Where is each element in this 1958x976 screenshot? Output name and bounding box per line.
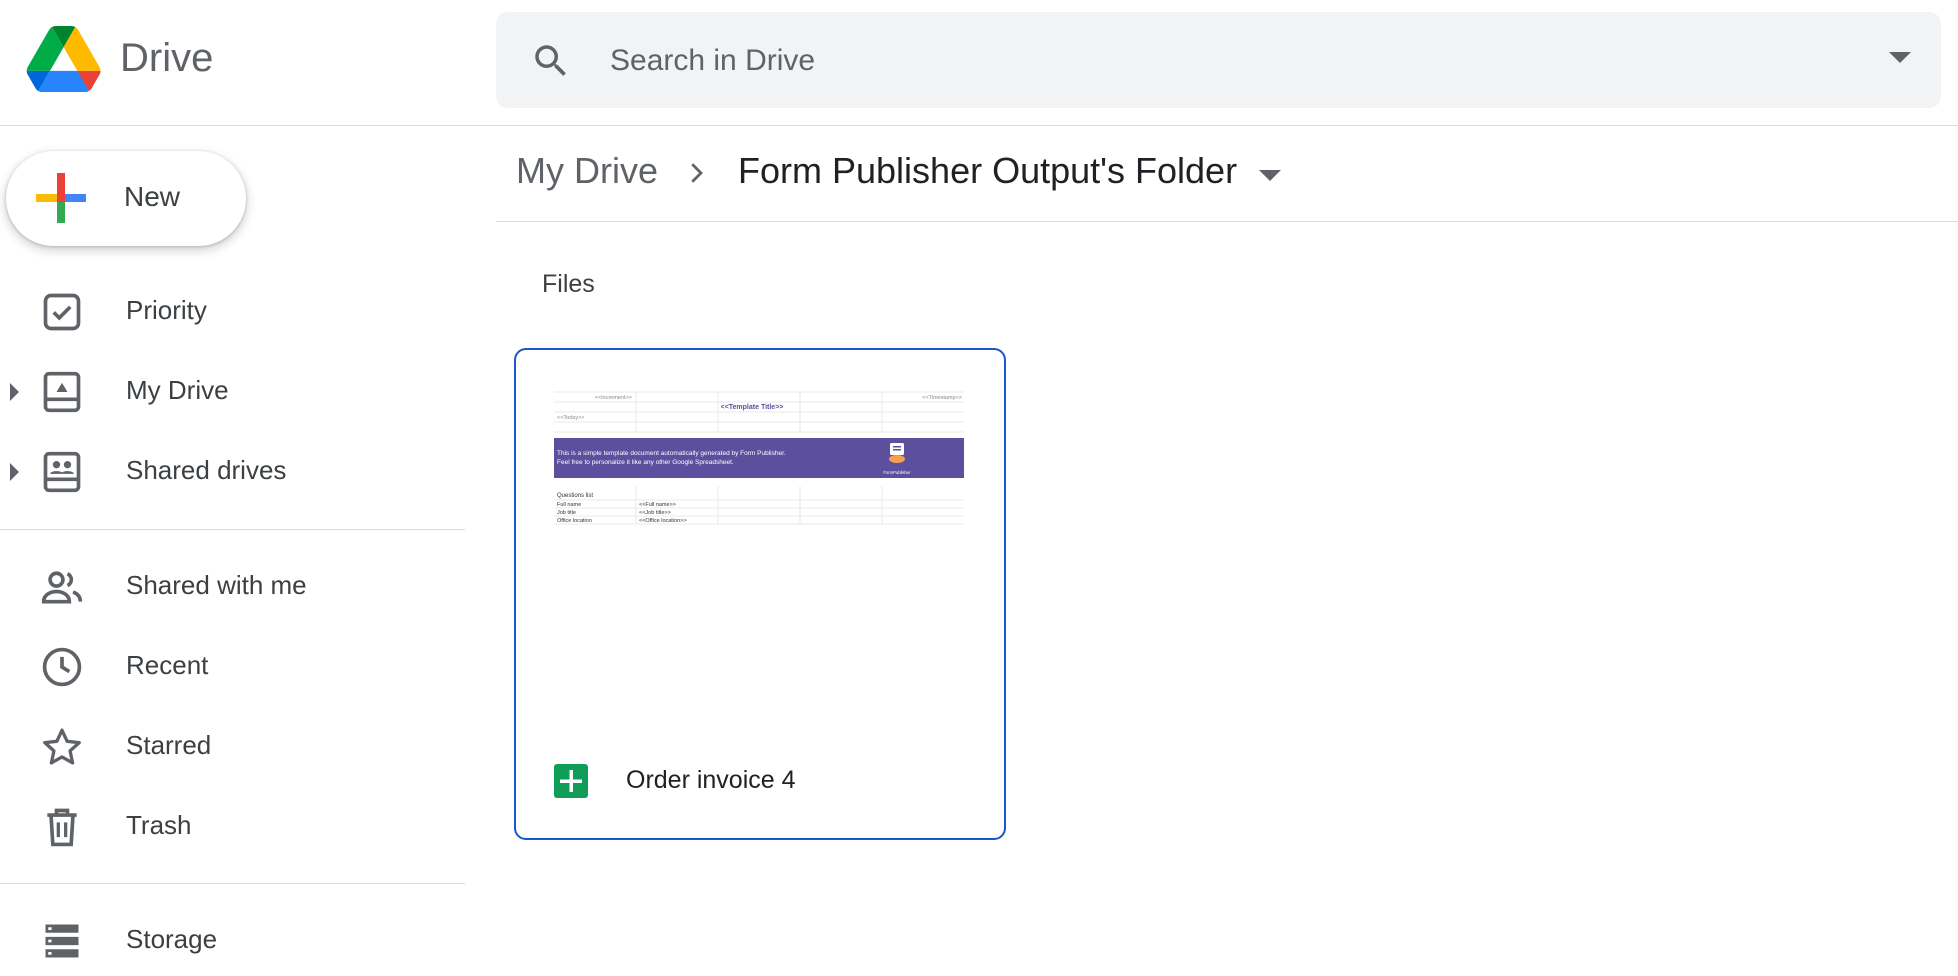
plus-icon xyxy=(36,173,86,223)
sidebar-item-priority[interactable]: Priority xyxy=(0,275,465,345)
chevron-right-icon xyxy=(691,163,703,183)
folder-options-dropdown-icon[interactable] xyxy=(1259,170,1281,181)
search-input[interactable] xyxy=(608,12,1812,110)
brand-title: Drive xyxy=(120,36,214,80)
sidebar-item-label: Recent xyxy=(126,650,209,680)
file-card-footer: Order invoice 4 xyxy=(516,738,1004,838)
sidebar-item-label: Starred xyxy=(126,730,212,760)
clock-icon xyxy=(42,647,82,687)
thumb-row-value: <<Office location>> xyxy=(639,518,687,524)
thumb-increment: <<Increment>> xyxy=(595,395,632,401)
storage-icon xyxy=(45,924,79,958)
thumb-row-value: <<Full name>> xyxy=(639,502,676,508)
sidebar: New Priority My Drive Shared drives Shar… xyxy=(0,126,465,976)
sidebar-item-label: My Drive xyxy=(126,375,229,405)
file-name: Order invoice 4 xyxy=(626,766,796,794)
thumb-row-value: <<Job title>> xyxy=(639,510,671,516)
shared-drives-icon xyxy=(43,451,81,493)
breadcrumb-my-drive[interactable]: My Drive xyxy=(516,150,658,192)
app-header: Drive xyxy=(0,0,1958,126)
expand-arrow-icon[interactable] xyxy=(10,383,19,401)
files-section-title: Files xyxy=(542,270,595,298)
sidebar-item-label: Trash xyxy=(126,810,192,840)
new-button[interactable]: New xyxy=(6,151,246,246)
sidebar-item-label: Shared with me xyxy=(126,570,307,600)
thumb-banner-logo-text: FormPublisher xyxy=(883,470,911,475)
sidebar-item-my-drive[interactable]: My Drive xyxy=(0,355,465,425)
trash-icon xyxy=(47,808,77,847)
people-icon xyxy=(41,571,83,604)
thumb-questions-list: Questions list xyxy=(557,493,593,499)
sidebar-divider xyxy=(0,883,465,884)
search-icon[interactable] xyxy=(530,40,572,82)
sidebar-item-trash[interactable]: Trash xyxy=(0,790,465,860)
file-card[interactable]: <<Increment>> <<Timestamp>> <<Template T… xyxy=(514,348,1006,840)
form-publisher-logo-icon xyxy=(889,443,905,463)
thumb-timestamp: <<Timestamp>> xyxy=(922,395,962,401)
expand-arrow-icon[interactable] xyxy=(10,463,19,481)
thumb-row-label: Job title xyxy=(557,510,576,516)
sheets-icon xyxy=(554,764,588,798)
breadcrumb-current-folder[interactable]: Form Publisher Output's Folder xyxy=(738,150,1237,192)
sidebar-item-recent[interactable]: Recent xyxy=(0,630,465,700)
priority-checkbox-icon xyxy=(43,293,81,331)
sidebar-item-shared-drives[interactable]: Shared drives xyxy=(0,435,465,505)
thumb-today: <<Today>> xyxy=(557,415,585,421)
thumb-banner-line2: Feel free to personalize it like any oth… xyxy=(557,459,734,466)
breadcrumb: My Drive Form Publisher Output's Folder xyxy=(496,126,1958,222)
search-bar[interactable] xyxy=(496,12,1941,110)
sidebar-item-label: Storage xyxy=(126,924,218,954)
sidebar-item-label: Shared drives xyxy=(126,455,287,485)
sidebar-item-shared-with-me[interactable]: Shared with me xyxy=(0,550,465,620)
file-thumbnail: <<Increment>> <<Timestamp>> <<Template T… xyxy=(554,390,964,530)
sidebar-item-storage[interactable]: Storage xyxy=(0,904,465,974)
sidebar-item-label: Priority xyxy=(126,295,207,325)
drive-logo-icon[interactable] xyxy=(26,26,101,92)
thumb-template-title: <<Template Title>> xyxy=(721,404,784,411)
star-icon xyxy=(43,728,81,765)
search-options-dropdown-icon[interactable] xyxy=(1889,52,1911,63)
thumb-row-label: Full name xyxy=(557,502,581,508)
thumb-row-label: Office location xyxy=(557,518,592,524)
thumb-banner-line1: This is a simple template document autom… xyxy=(557,450,786,457)
new-button-label: New xyxy=(124,181,181,212)
sidebar-divider xyxy=(0,529,465,530)
my-drive-icon xyxy=(43,371,81,413)
sidebar-item-starred[interactable]: Starred xyxy=(0,710,465,780)
